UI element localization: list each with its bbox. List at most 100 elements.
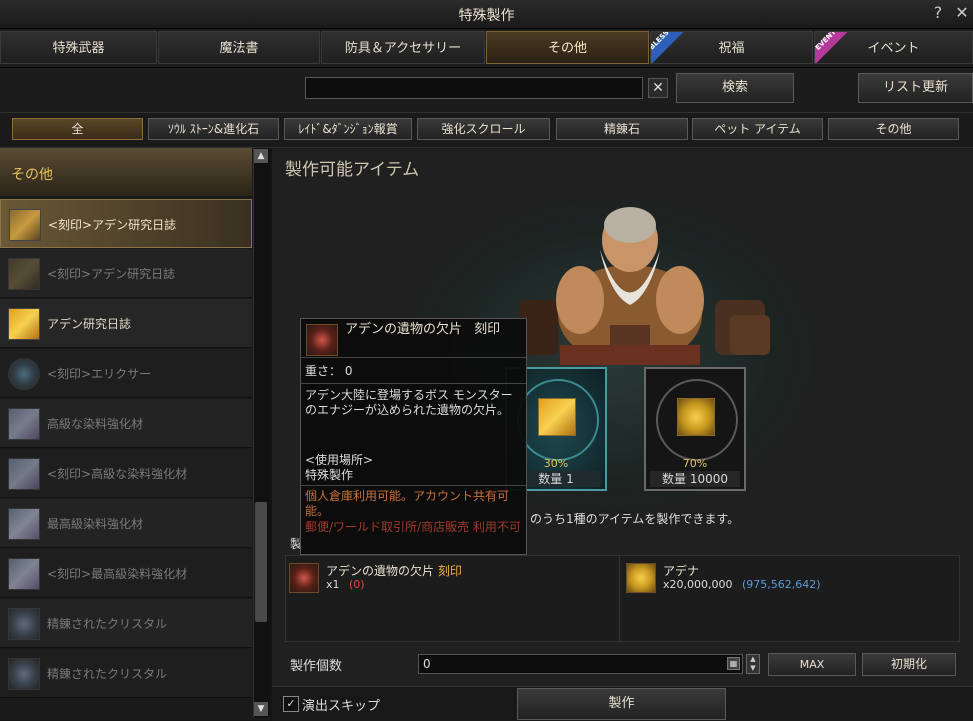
tooltip-divider <box>301 485 526 486</box>
materials-divider <box>619 556 620 641</box>
sidebar-item[interactable]: 最高級染料強化材 <box>0 499 252 548</box>
sidebar-item-label: 精錬されたクリスタル <box>47 667 168 681</box>
material-owned: (975,562,642) <box>742 578 821 591</box>
sidebar-item[interactable]: <刻印>アデン研究日誌 <box>0 249 252 298</box>
crystal-icon <box>8 608 40 640</box>
filter-other[interactable]: その他 <box>828 118 959 140</box>
relic-shard-icon[interactable] <box>289 563 319 593</box>
max-button[interactable]: MAX <box>768 653 856 676</box>
elixir-icon <box>8 358 40 390</box>
tooltip-weight: 重さ： 0 <box>305 364 353 378</box>
window-title: 特殊製作 <box>458 8 515 24</box>
sidebar-item-label: <刻印>アデン研究日誌 <box>48 218 177 232</box>
sidebar-item[interactable]: <刻印>最高級染料強化材 <box>0 549 252 598</box>
tooltip-usage: 特殊製作 <box>305 468 354 482</box>
sidebar-item[interactable]: アデン研究日誌 <box>0 299 252 348</box>
craft-note: のうち1種のアイテムを製作できます。 <box>530 512 740 526</box>
tooltip-item-name: アデンの遺物の欠片 <box>345 322 463 337</box>
material-required: x1 <box>326 578 340 591</box>
scroll-icon <box>8 258 40 290</box>
search-button[interactable]: 検索 <box>676 73 794 103</box>
craft-count-label: 製作個数 <box>290 659 343 674</box>
tooltip-usage-heading: <使用場所> <box>305 453 374 467</box>
dye-icon <box>8 408 40 440</box>
sidebar-item[interactable]: <刻印>高級な染料強化材 <box>0 449 252 498</box>
search-input[interactable] <box>305 77 643 99</box>
tab-event[interactable]: EVENT イベント <box>814 31 973 64</box>
result-qty: 数量 10000 <box>650 471 740 487</box>
sidebar-item-label: <刻印>アデン研究日誌 <box>47 267 176 281</box>
tooltip-divider <box>301 383 526 384</box>
reset-button[interactable]: 初期化 <box>862 653 956 676</box>
count-stepper[interactable]: ▲ ▼ <box>746 654 760 674</box>
tooltip-restriction: 郵便/ワールド取引所/商店販売 利用不可 <box>305 520 521 534</box>
scroll-down-icon[interactable]: ▼ <box>254 702 268 716</box>
search-clear-button[interactable]: ✕ <box>648 78 668 98</box>
result-slot[interactable]: 70% 数量 10000 <box>644 367 746 491</box>
filter-soulstone[interactable]: ｿｳﾙ ｽﾄｰﾝ&進化石 <box>148 118 279 140</box>
sidebar-item[interactable]: 精錬されたクリスタル <box>0 599 252 648</box>
tab-other[interactable]: その他 <box>486 31 649 64</box>
craft-count-input[interactable]: 0 <box>418 654 743 674</box>
material-name-text: アデンの遺物の欠片 <box>326 564 435 578</box>
craftable-title: 製作可能アイテム <box>285 160 420 180</box>
material-qty: x1 (0) <box>326 578 365 591</box>
dye-icon <box>8 458 40 490</box>
sidebar-item-label: <刻印>高級な染料強化材 <box>47 467 188 481</box>
tab-label: 特殊武器 <box>52 41 105 56</box>
scroll-up-icon[interactable]: ▲ <box>254 149 268 163</box>
engraved-tag: 刻印 <box>437 564 462 578</box>
npc-dwarf-portrait <box>520 207 770 365</box>
craft-button[interactable]: 製作 <box>517 688 726 720</box>
material-name: アデナ <box>663 564 700 578</box>
adena-icon <box>677 398 715 436</box>
skip-label: 演出スキップ <box>302 699 381 714</box>
close-button[interactable]: ✕ <box>952 3 972 23</box>
filter-pet-item[interactable]: ペット アイテム <box>692 118 823 140</box>
filter-all[interactable]: 全 <box>12 118 143 140</box>
tab-label: 防具＆アクセサリー <box>344 41 462 56</box>
sidebar-item-label: アデン研究日誌 <box>47 317 132 331</box>
tab-spellbooks[interactable]: 魔法書 <box>158 31 320 64</box>
skip-checkbox[interactable]: ✓ <box>283 696 299 712</box>
tab-label: 祝福 <box>718 41 745 56</box>
sidebar-scrollbar[interactable] <box>253 148 270 718</box>
crystal-icon <box>8 658 40 690</box>
relic-shard-icon <box>306 324 338 356</box>
tooltip-storage: 個人倉庫利用可能。アカウント共有可能。 <box>305 489 510 518</box>
scroll-icon <box>9 209 41 241</box>
sidebar-item-label: 高級な染料強化材 <box>47 417 144 431</box>
adena-icon[interactable] <box>626 563 656 593</box>
sidebar-header[interactable]: その他 <box>0 148 252 196</box>
tab-label: その他 <box>547 41 587 56</box>
keypad-icon[interactable]: ▦ <box>727 657 740 670</box>
sidebar-item-label: 精錬されたクリスタル <box>47 617 168 631</box>
tooltip-divider <box>301 357 526 358</box>
sidebar-item[interactable]: 精錬されたクリスタル <box>0 649 252 698</box>
filter-refining-stone[interactable]: 精錬石 <box>556 118 688 140</box>
scroll-icon <box>8 308 40 340</box>
tab-special-weapons[interactable]: 特殊武器 <box>0 31 157 64</box>
scroll-icon <box>538 398 576 436</box>
material-qty: x20,000,000 (975,562,642) <box>663 578 821 591</box>
sidebar-header-label: その他 <box>11 167 53 183</box>
help-button[interactable]: ? <box>928 3 948 23</box>
tab-blessing[interactable]: BLESS 祝福 <box>650 31 813 64</box>
title-bar: 特殊製作 ? ✕ <box>0 0 973 29</box>
filter-enhance-scroll[interactable]: 強化スクロール <box>417 118 550 140</box>
dye-icon <box>8 508 40 540</box>
sidebar-item[interactable]: 高級な染料強化材 <box>0 399 252 448</box>
refresh-list-button[interactable]: リスト更新 <box>858 73 973 103</box>
scrollbar-thumb[interactable] <box>255 502 267 622</box>
material-owned: (0) <box>349 578 365 591</box>
result-percent: 70% <box>682 457 708 470</box>
tooltip-engraved-tag: 刻印 <box>474 322 501 337</box>
sidebar-item-label: <刻印>エリクサー <box>47 367 152 381</box>
sidebar-item[interactable]: <刻印>アデン研究日誌 <box>0 199 252 248</box>
dye-icon <box>8 558 40 590</box>
sidebar-item[interactable]: <刻印>エリクサー <box>0 349 252 398</box>
sidebar-item-label: 最高級染料強化材 <box>47 517 144 531</box>
material-required: x20,000,000 <box>663 578 733 591</box>
filter-raid-dungeon[interactable]: ﾚｲﾄﾞ&ﾀﾞﾝｼﾞｮﾝ報賞 <box>284 118 412 140</box>
tab-armor-accessories[interactable]: 防具＆アクセサリー <box>321 31 485 64</box>
